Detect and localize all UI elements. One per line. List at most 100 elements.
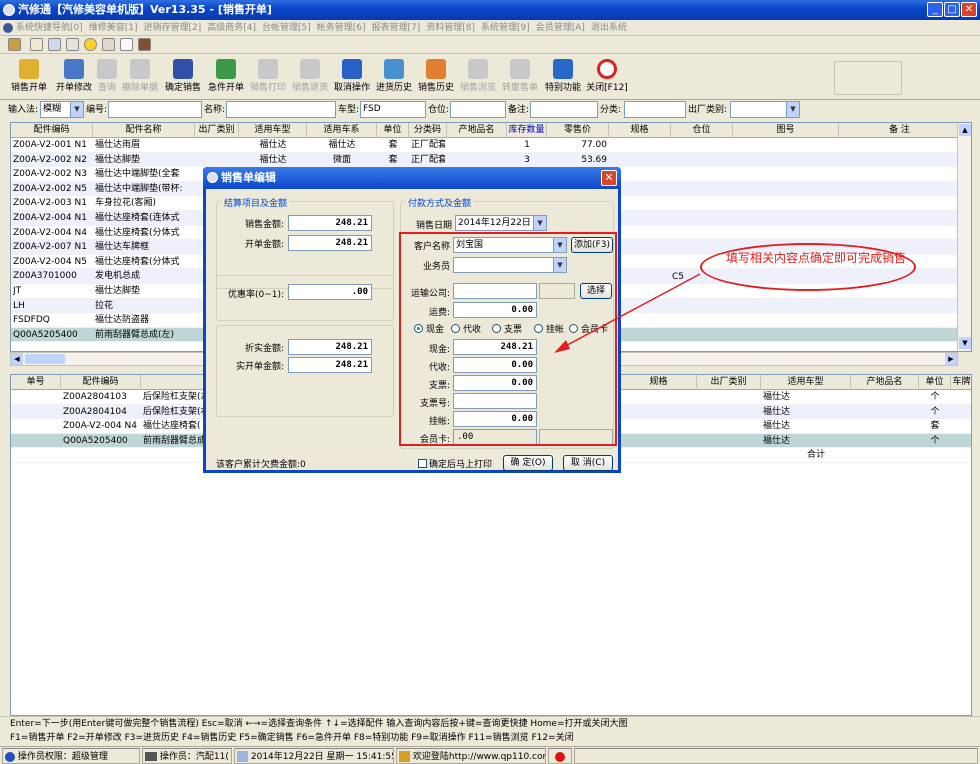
toolbar-button-2[interactable]: 查询 [96,57,118,97]
close-icon[interactable]: ✕ [961,2,977,17]
menu-item[interactable]: 台帐管理[5] [262,23,311,33]
toolbar-button-12[interactable]: 转废售单 [500,57,540,97]
toolbar-button-7[interactable]: 销售退货 [290,57,330,97]
order-amount-field[interactable]: 248.21 [288,235,372,251]
menu-item[interactable]: 帐务管理[6] [317,23,366,33]
g1-header-cell: 库存数量 [507,123,547,138]
menu-item[interactable]: 资料管理[8] [426,23,475,33]
position-input[interactable] [450,101,506,118]
toolbar-button-label: 开单修改 [55,83,92,93]
g1-header-cell: 配件名称 [93,123,195,138]
toolbar-button-5[interactable]: 急件开单 [206,57,246,97]
table-cell: Z00A-V2-004 N5 [13,256,87,267]
toolbar-button-13[interactable]: 特别功能 [542,57,584,97]
toolbar-button-11[interactable]: 销售浏览 [458,57,498,97]
status-datetime: 2014年12月22日 星期一 15:41:55 [234,748,394,764]
table-cell: FSDFDQ [13,315,50,326]
chevron-down-icon[interactable]: ▼ [533,216,546,230]
menu-item[interactable]: 系统管理[9] [481,23,530,33]
toolbar-button-1[interactable]: 开单修改 [54,57,94,97]
smiley-icon[interactable] [84,38,97,51]
discount-field[interactable]: .00 [288,284,372,300]
return-icon [300,59,320,79]
status-permission: 操作员权限：超级管理 [2,748,140,764]
quick-icon[interactable] [66,38,79,51]
menu-item[interactable]: 会员管理[A] [536,23,585,33]
delete-icon [130,59,150,79]
actual-amount-field[interactable]: 248.21 [288,339,372,355]
dialog-close-icon[interactable]: ✕ [601,170,617,186]
cancel-button[interactable]: 取 消(C) [563,455,613,471]
toolbar-button-label: 销售浏览 [459,83,496,93]
quick-icon[interactable] [102,38,115,51]
table-cell: 福仕达座椅套(分体式 [95,256,180,267]
table-cell: 套 [388,140,398,150]
toolbar-button-14[interactable]: 关闭[F12] [586,57,628,97]
quick-icon[interactable] [120,38,133,51]
table-cell: Z00A-V2-002 N5 [13,183,87,194]
toolbar-button-8[interactable]: 取消操作 [332,57,372,97]
minimize-icon[interactable]: _ [927,2,943,17]
code-input[interactable] [108,101,202,118]
toolbar-button-label: 特别功能 [544,83,581,93]
browse-icon [468,59,488,79]
arrow-head [554,340,570,353]
category-input[interactable] [624,101,686,118]
dialog-title: 销售单编辑 [221,171,276,184]
table-cell: 福仕达中端脚垫(带杯: [95,183,183,194]
operator-icon [145,752,157,761]
hint-bar: Enter=下一步(用Enter键可做完整个销售流程) Esc=取消 ←→=选择… [0,716,980,746]
quick-icon[interactable] [48,38,61,51]
chevron-down-icon[interactable]: ▼ [786,102,799,117]
table-cell: 前雨刮器臂总成(左) [95,329,175,340]
actual-order-label: 实开单金额: [235,362,284,372]
scroll-left-icon[interactable]: ◀ [11,353,23,365]
toolbar-button-3[interactable]: 撤除单据 [120,57,160,97]
toolbar-button-10[interactable]: 销售历史 [416,57,456,97]
remark-input[interactable] [530,101,598,118]
vertical-scrollbar[interactable]: ▲ ▼ [957,123,971,351]
table-cell: 福仕达 [259,154,287,165]
status-indicator [548,748,572,764]
quick-icon[interactable] [8,38,21,51]
menu-item[interactable]: 退出系统 [591,23,627,33]
table-cell: Z00A-V2-004 N4 [13,227,87,238]
toolbar: 销售开单 开单修改 查询 撤除单据 确定销售 急件开单 销售打印 销售退货 取消操作 进货历史 销售… [0,55,980,100]
model-input[interactable]: FSD [360,101,426,118]
quick-icon[interactable] [30,38,43,51]
scroll-down-icon[interactable]: ▼ [959,337,971,349]
menu-item[interactable]: 维修美容[1] [89,23,138,33]
menu-item[interactable]: 进销存管理[2] [144,23,202,33]
toolbar-button-6[interactable]: 销售打印 [248,57,288,97]
toolbar-button-4[interactable]: 确定销售 [162,57,204,97]
toolbar-button-label: 销售打印 [249,83,286,93]
scroll-right-icon[interactable]: ▶ [945,353,957,365]
table-cell: Q00A5205400 [63,435,128,446]
actual-order-field[interactable]: 248.21 [288,357,372,373]
calendar-icon [237,751,248,762]
g2-header-cell: 配件编码 [61,375,141,390]
scroll-thumb[interactable] [25,354,65,364]
g1-header-cell: 备 注 [839,123,961,138]
table-cell: 个 [930,435,940,446]
scroll-up-icon[interactable]: ▲ [959,124,971,136]
toolbar-button-label: 取消操作 [333,83,370,93]
maximize-icon[interactable]: □ [944,2,960,17]
sales-amount-field[interactable]: 248.21 [288,215,372,231]
chevron-down-icon[interactable]: ▼ [70,102,83,117]
menu-item[interactable]: 高级商务[4] [207,23,256,33]
table-row[interactable]: Z00A-V2-001 N1 福仕达雨眉 福仕达 福仕达 套 正厂配套 1 77.00 [11,138,971,153]
quick-icon[interactable] [138,38,151,51]
window-title: 汽修通【汽修美容单机版】Ver13.35 - [销售开单] [18,3,272,16]
menu-item[interactable]: 报表管理[7] [372,23,421,33]
toolbar-button-9[interactable]: 进货历史 [374,57,414,97]
void-icon [510,59,530,79]
ok-button[interactable]: 确 定(O) [503,455,553,471]
toolbar-button-0[interactable]: 销售开单 [8,57,50,97]
menu-item[interactable]: 系统快捷导航[0] [16,23,83,33]
table-row[interactable]: Z00A-V2-002 N2 福仕达脚垫 福仕达 微面 套 正厂配套 3 53.69 [11,152,971,168]
name-input[interactable] [226,101,336,118]
print-checkbox[interactable] [418,459,427,468]
print-icon [258,59,278,79]
position-label: 仓位: [428,105,450,115]
